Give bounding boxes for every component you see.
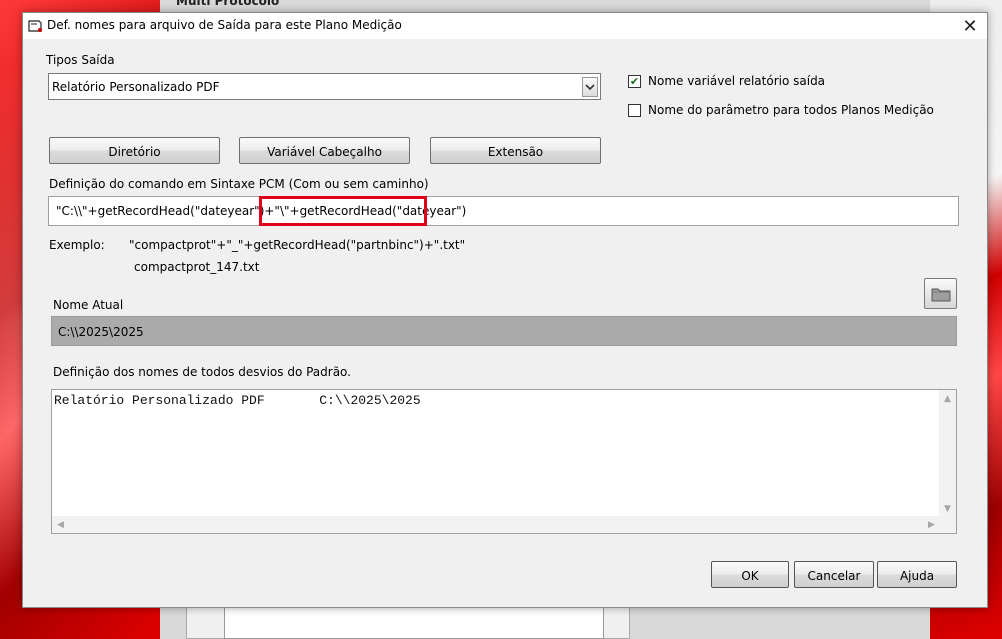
nome-variavel-checkbox[interactable]: ✔ — [628, 74, 641, 88]
output-names-dialog: Def. nomes para arquivo de Saída para es… — [22, 12, 988, 608]
background-panel — [186, 606, 630, 639]
dialog-title: Def. nomes para arquivo de Saída para es… — [47, 18, 402, 32]
help-button[interactable]: Ajuda — [877, 561, 957, 588]
cancel-button[interactable]: Cancelar — [794, 561, 874, 588]
close-icon: ✕ — [962, 15, 978, 37]
nome-atual-field: C:\\2025\2025 — [51, 316, 957, 346]
nome-variavel-label: Nome variável relatório saída — [648, 74, 826, 88]
desvios-textarea[interactable]: Relatório Personalizado PDF C:\\2025\202… — [51, 389, 957, 534]
scroll-right-icon[interactable]: ▶ — [923, 516, 940, 533]
nome-parametro-label: Nome do parâmetro para todos Planos Medi… — [648, 103, 934, 117]
scroll-left-icon[interactable]: ◀ — [52, 516, 69, 533]
diretorio-button[interactable]: Diretório — [49, 137, 220, 164]
background-window-title: Multi Protocolo — [176, 0, 280, 8]
folder-button[interactable] — [924, 278, 957, 309]
nome-atual-value: C:\\2025\2025 — [58, 325, 144, 339]
nome-atual-label: Nome Atual — [53, 298, 124, 312]
command-input[interactable]: "C:\\"+getRecordHead("dateyear")+"\"+get… — [48, 196, 959, 226]
scrollbar-corner — [939, 516, 956, 533]
exemplo-result: compactprot_147.txt — [134, 260, 260, 274]
horizontal-scrollbar[interactable]: ◀ ▶ — [52, 516, 940, 533]
app-window-icon — [28, 20, 42, 32]
tipos-saida-label: Tipos Saída — [46, 53, 115, 67]
scroll-up-icon[interactable]: ▲ — [939, 390, 956, 407]
command-value: "C:\\"+getRecordHead("dateyear")+"\"+get… — [56, 204, 467, 218]
check-nome-parametro-row[interactable]: Nome do parâmetro para todos Planos Medi… — [628, 103, 934, 117]
check-nome-variavel-row[interactable]: ✔ Nome variável relatório saída — [628, 74, 825, 88]
ok-button[interactable]: OK — [711, 561, 789, 588]
definicao-label: Definição do comando em Sintaxe PCM (Com… — [49, 177, 429, 191]
tipos-saida-select[interactable]: Relatório Personalizado PDF — [48, 73, 601, 100]
exemplo-label: Exemplo: — [49, 238, 105, 252]
chevron-down-icon[interactable] — [582, 77, 598, 97]
exemplo-command: "compactprot"+"_"+getRecordHead("partnbi… — [129, 238, 466, 252]
nome-parametro-checkbox[interactable] — [628, 103, 641, 117]
scroll-down-icon[interactable]: ▼ — [939, 500, 956, 517]
vertical-scrollbar[interactable]: ▲ ▼ — [939, 390, 956, 517]
folder-icon — [931, 288, 950, 301]
variavel-cabecalho-button[interactable]: Variável Cabeçalho — [239, 137, 410, 164]
desvios-text: Relatório Personalizado PDF C:\\2025\202… — [54, 393, 421, 408]
tipos-saida-value: Relatório Personalizado PDF — [52, 80, 220, 94]
extensao-button[interactable]: Extensão — [430, 137, 601, 164]
close-button[interactable]: ✕ — [959, 15, 981, 37]
desvios-label: Definição dos nomes de todos desvios do … — [53, 365, 351, 379]
dialog-titlebar[interactable]: Def. nomes para arquivo de Saída para es… — [23, 13, 987, 39]
